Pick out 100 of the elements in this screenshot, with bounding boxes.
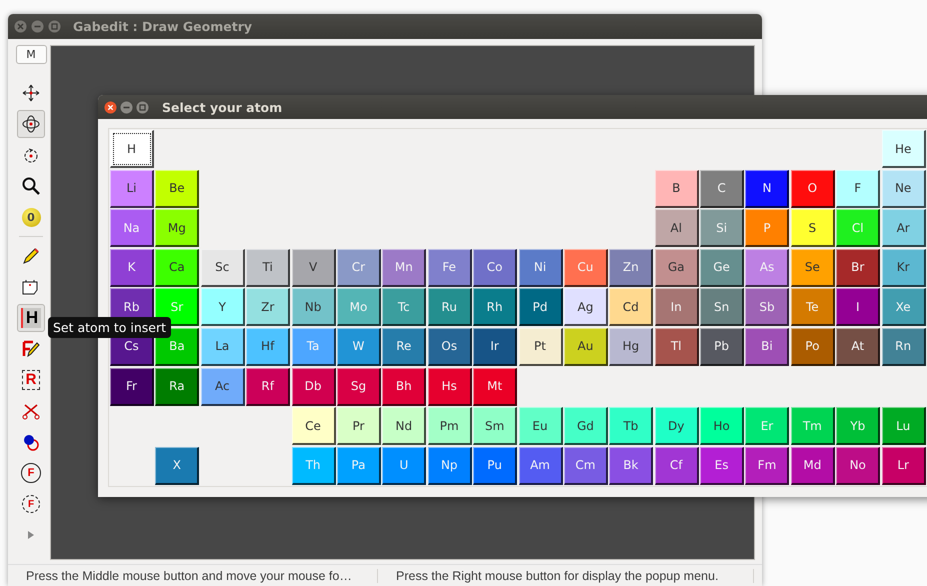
element-button[interactable]: At: [836, 328, 880, 366]
element-button[interactable]: Bk: [609, 446, 654, 485]
element-button[interactable]: Sb: [745, 288, 790, 326]
element-button[interactable]: Ho: [700, 407, 744, 446]
element-button[interactable]: Xe: [882, 288, 926, 326]
element-button[interactable]: Pu: [473, 446, 518, 485]
element-button[interactable]: Rf: [246, 368, 290, 406]
element-button[interactable]: Tb: [609, 407, 654, 446]
element-button[interactable]: Pb: [700, 328, 744, 366]
element-button[interactable]: Si: [700, 209, 744, 248]
element-button[interactable]: Al: [654, 209, 699, 248]
element-button[interactable]: Zn: [609, 248, 654, 287]
tool-button[interactable]: R: [17, 366, 45, 394]
element-button[interactable]: Ac: [200, 368, 245, 406]
element-button[interactable]: Bi: [745, 328, 790, 366]
element-button[interactable]: Hf: [246, 328, 290, 366]
element-button[interactable]: Cd: [609, 288, 654, 326]
element-button[interactable]: O: [790, 170, 835, 208]
element-button[interactable]: Lu: [882, 407, 926, 446]
element-button[interactable]: Au: [564, 328, 608, 366]
element-button[interactable]: Tc: [382, 288, 426, 326]
element-button[interactable]: S: [790, 209, 835, 248]
element-button[interactable]: Am: [518, 446, 563, 485]
element-button[interactable]: W: [336, 328, 381, 366]
tool-button[interactable]: [17, 110, 45, 138]
element-button[interactable]: Zr: [246, 288, 290, 326]
element-button[interactable]: Cm: [564, 446, 608, 485]
element-button[interactable]: Ni: [518, 248, 563, 287]
element-button[interactable]: Dy: [654, 407, 699, 446]
element-button[interactable]: V: [292, 248, 336, 287]
element-button[interactable]: Pm: [428, 407, 472, 446]
element-button[interactable]: Be: [155, 170, 200, 208]
element-button[interactable]: Eu: [518, 407, 563, 446]
element-button[interactable]: Te: [790, 288, 835, 326]
element-button[interactable]: Na: [110, 209, 154, 248]
element-button[interactable]: Ag: [564, 288, 608, 326]
element-button[interactable]: Ga: [654, 248, 699, 287]
mode-button[interactable]: M: [16, 45, 46, 64]
element-button[interactable]: Co: [473, 248, 518, 287]
element-button[interactable]: Ge: [700, 248, 744, 287]
element-button[interactable]: Rn: [882, 328, 926, 366]
element-button[interactable]: Fe: [428, 248, 472, 287]
element-button[interactable]: Br: [836, 248, 880, 287]
element-button[interactable]: Mg: [155, 209, 200, 248]
element-button[interactable]: Rh: [473, 288, 518, 326]
element-button[interactable]: Ce: [292, 407, 336, 446]
element-button[interactable]: Mn: [382, 248, 426, 287]
element-button[interactable]: Os: [428, 328, 472, 366]
element-button[interactable]: Hg: [609, 328, 654, 366]
element-button[interactable]: Ra: [155, 368, 200, 406]
element-button[interactable]: Ne: [882, 170, 926, 208]
maximize-icon[interactable]: [136, 100, 149, 114]
element-button[interactable]: Nd: [382, 407, 426, 446]
element-button[interactable]: As: [745, 248, 790, 287]
element-button[interactable]: Ar: [882, 209, 926, 248]
element-button[interactable]: K: [110, 248, 154, 287]
element-button[interactable]: Cf: [654, 446, 699, 485]
element-button[interactable]: Tl: [654, 328, 699, 366]
element-button[interactable]: Sm: [473, 407, 518, 446]
element-button[interactable]: U: [382, 446, 426, 485]
element-button[interactable]: X: [155, 446, 200, 485]
element-button[interactable]: Sn: [700, 288, 744, 326]
close-icon[interactable]: [104, 100, 117, 114]
element-button[interactable]: Hs: [428, 368, 472, 406]
element-button[interactable]: Sg: [336, 368, 381, 406]
element-button[interactable]: Pr: [336, 407, 381, 446]
element-button[interactable]: Po: [790, 328, 835, 366]
element-button[interactable]: No: [836, 446, 880, 485]
maximize-icon[interactable]: [48, 20, 61, 33]
element-button[interactable]: Ti: [246, 248, 290, 287]
element-button[interactable]: Fm: [745, 446, 790, 485]
element-button[interactable]: Np: [428, 446, 472, 485]
element-button[interactable]: Bh: [382, 368, 426, 406]
element-button[interactable]: Gd: [564, 407, 608, 446]
element-button[interactable]: He: [882, 130, 926, 168]
element-button[interactable]: H: [110, 130, 154, 168]
element-button[interactable]: Lr: [882, 446, 926, 485]
element-button[interactable]: Kr: [882, 248, 926, 287]
tool-button[interactable]: 0: [17, 203, 45, 231]
element-button[interactable]: I: [836, 288, 880, 326]
tool-button[interactable]: H: [17, 304, 45, 332]
element-button[interactable]: Ru: [428, 288, 472, 326]
element-button[interactable]: In: [654, 288, 699, 326]
tool-button[interactable]: F: [17, 459, 45, 487]
element-button[interactable]: Sc: [200, 248, 245, 287]
element-button[interactable]: Ca: [155, 248, 200, 287]
element-button[interactable]: Cr: [336, 248, 381, 287]
element-button[interactable]: Es: [700, 446, 744, 485]
element-button[interactable]: Re: [382, 328, 426, 366]
minimize-icon[interactable]: [31, 20, 44, 33]
element-button[interactable]: Y: [200, 288, 245, 326]
element-button[interactable]: Pa: [336, 446, 381, 485]
element-button[interactable]: Nb: [292, 288, 336, 326]
element-button[interactable]: C: [700, 170, 744, 208]
element-button[interactable]: La: [200, 328, 245, 366]
element-button[interactable]: Ir: [473, 328, 518, 366]
element-button[interactable]: N: [745, 170, 790, 208]
element-button[interactable]: Pt: [518, 328, 563, 366]
element-button[interactable]: Se: [790, 248, 835, 287]
element-button[interactable]: Db: [292, 368, 336, 406]
